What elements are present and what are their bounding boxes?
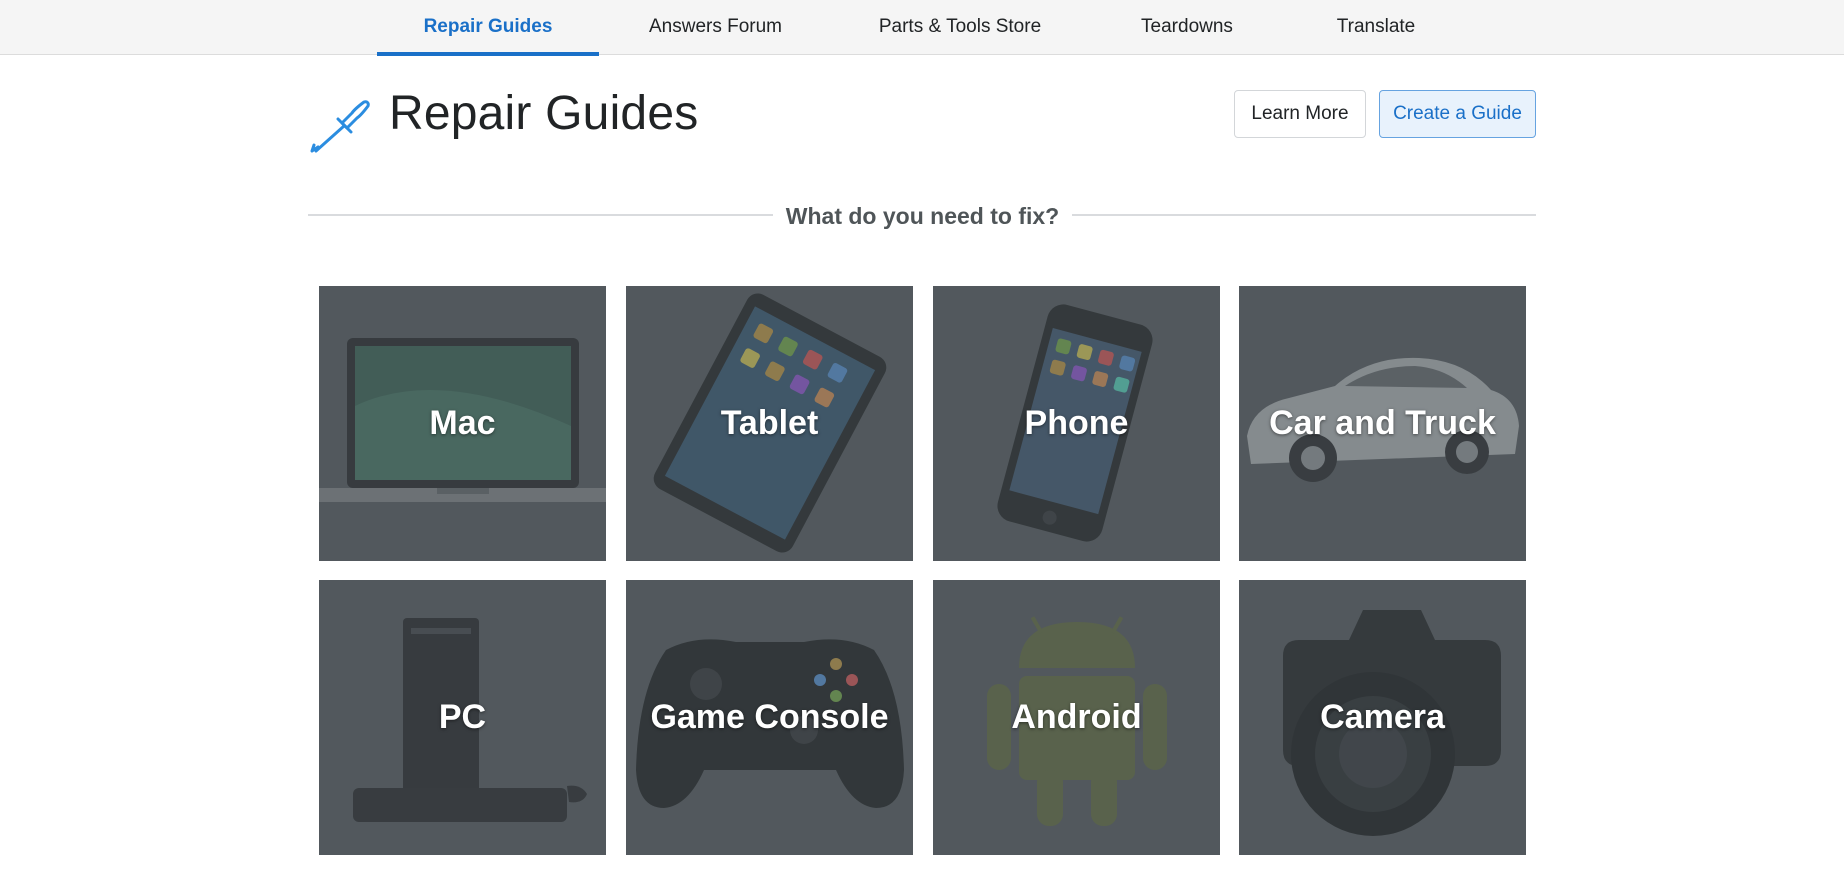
tab-teardowns[interactable]: Teardowns bbox=[1112, 0, 1262, 55]
category-label: Game Console bbox=[650, 698, 889, 736]
category-label: Android bbox=[1011, 698, 1142, 736]
category-tile-android[interactable]: Android bbox=[933, 580, 1220, 855]
category-tile-pc[interactable]: PC bbox=[319, 580, 606, 855]
screwdriver-icon bbox=[310, 100, 370, 153]
category-tile-phone[interactable]: Phone bbox=[933, 286, 1220, 561]
category-tile-game-console[interactable]: Game Console bbox=[626, 580, 913, 855]
learn-more-button[interactable]: Learn More bbox=[1234, 90, 1366, 138]
category-label: PC bbox=[438, 698, 487, 736]
category-label: Phone bbox=[1024, 404, 1129, 442]
top-navigation: Repair Guides Answers Forum Parts & Tool… bbox=[0, 0, 1844, 56]
page-title: Repair Guides bbox=[389, 87, 699, 140]
tab-translate[interactable]: Translate bbox=[1318, 0, 1434, 55]
create-guide-button[interactable]: Create a Guide bbox=[1379, 90, 1536, 138]
category-tile-camera[interactable]: Camera bbox=[1239, 580, 1526, 855]
category-label: Car and Truck bbox=[1269, 404, 1496, 442]
category-label: Tablet bbox=[720, 404, 819, 442]
tab-parts-tools-store[interactable]: Parts & Tools Store bbox=[862, 0, 1058, 55]
category-label: Camera bbox=[1320, 698, 1445, 736]
tab-answers-forum[interactable]: Answers Forum bbox=[599, 0, 832, 55]
section-heading: What do you need to fix? bbox=[785, 203, 1060, 229]
category-tile-mac[interactable]: Mac bbox=[319, 286, 606, 561]
divider-right bbox=[1072, 214, 1536, 216]
divider-left bbox=[308, 214, 773, 216]
category-tile-car-and-truck[interactable]: Car and Truck bbox=[1239, 286, 1526, 561]
category-tile-tablet[interactable]: Tablet bbox=[626, 286, 913, 561]
category-label: Mac bbox=[429, 404, 496, 442]
tab-repair-guides[interactable]: Repair Guides bbox=[377, 0, 599, 56]
